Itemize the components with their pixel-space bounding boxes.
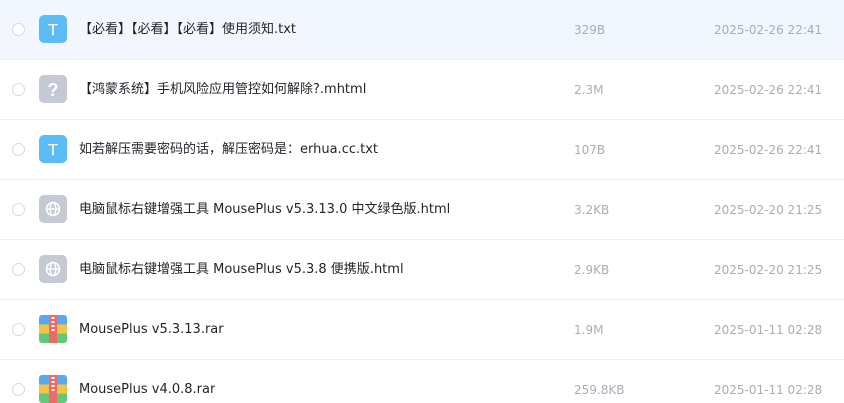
archive-icon xyxy=(39,315,67,343)
file-date: 2025-01-11 02:28 xyxy=(714,383,823,397)
file-name[interactable]: MousePlus v4.0.8.rar xyxy=(79,360,215,403)
globe-icon xyxy=(39,195,67,223)
file-row[interactable]: T 如若解压需要密码的话，解压密码是：erhua.cc.txt 107B 202… xyxy=(0,120,844,180)
archive-icon xyxy=(39,375,67,403)
file-size: 329B xyxy=(574,23,606,37)
file-date: 2025-02-20 21:25 xyxy=(714,263,823,277)
file-list: T 【必看】【必看】【必看】使用须知.txt 329B 2025-02-26 2… xyxy=(0,0,844,403)
file-name[interactable]: 如若解压需要密码的话，解压密码是：erhua.cc.txt xyxy=(79,120,378,180)
row-checkbox[interactable] xyxy=(12,143,25,156)
file-name[interactable]: 【必看】【必看】【必看】使用须知.txt xyxy=(79,0,296,60)
row-checkbox[interactable] xyxy=(12,263,25,276)
svg-text:?: ? xyxy=(48,80,59,100)
svg-text:T: T xyxy=(48,141,58,160)
file-row[interactable]: 电脑鼠标右键增强工具 MousePlus v5.3.13.0 中文绿色版.htm… xyxy=(0,180,844,240)
file-name[interactable]: 【鸿蒙系统】手机风险应用管控如何解除?.mhtml xyxy=(79,60,366,120)
text-file-icon: T xyxy=(39,135,67,163)
file-size: 2.9KB xyxy=(574,263,610,277)
unknown-file-icon: ? xyxy=(39,75,67,103)
svg-text:T: T xyxy=(48,21,58,40)
row-checkbox[interactable] xyxy=(12,83,25,96)
text-file-icon: T xyxy=(39,15,67,43)
row-checkbox[interactable] xyxy=(12,23,25,36)
file-size: 3.2KB xyxy=(574,203,610,217)
file-size: 1.9M xyxy=(574,323,604,337)
file-name[interactable]: 电脑鼠标右键增强工具 MousePlus v5.3.13.0 中文绿色版.htm… xyxy=(79,180,450,240)
file-size: 259.8KB xyxy=(574,383,625,397)
file-name[interactable]: 电脑鼠标右键增强工具 MousePlus v5.3.8 便携版.html xyxy=(79,240,404,300)
file-size: 107B xyxy=(574,143,606,157)
file-row[interactable]: MousePlus v4.0.8.rar 259.8KB 2025-01-11 … xyxy=(0,360,844,403)
file-date: 2025-02-26 22:41 xyxy=(714,143,823,157)
row-checkbox[interactable] xyxy=(12,323,25,336)
file-date: 2025-02-26 22:41 xyxy=(714,83,823,97)
file-row[interactable]: T 【必看】【必看】【必看】使用须知.txt 329B 2025-02-26 2… xyxy=(0,0,844,60)
row-checkbox[interactable] xyxy=(12,383,25,396)
file-row[interactable]: 电脑鼠标右键增强工具 MousePlus v5.3.8 便携版.html 2.9… xyxy=(0,240,844,300)
file-date: 2025-02-26 22:41 xyxy=(714,23,823,37)
file-name[interactable]: MousePlus v5.3.13.rar xyxy=(79,300,224,360)
file-row[interactable]: MousePlus v5.3.13.rar 1.9M 2025-01-11 02… xyxy=(0,300,844,360)
file-size: 2.3M xyxy=(574,83,604,97)
globe-icon xyxy=(39,255,67,283)
row-checkbox[interactable] xyxy=(12,203,25,216)
file-date: 2025-01-11 02:28 xyxy=(714,323,823,337)
file-date: 2025-02-20 21:25 xyxy=(714,203,823,217)
file-row[interactable]: ? 【鸿蒙系统】手机风险应用管控如何解除?.mhtml 2.3M 2025-02… xyxy=(0,60,844,120)
